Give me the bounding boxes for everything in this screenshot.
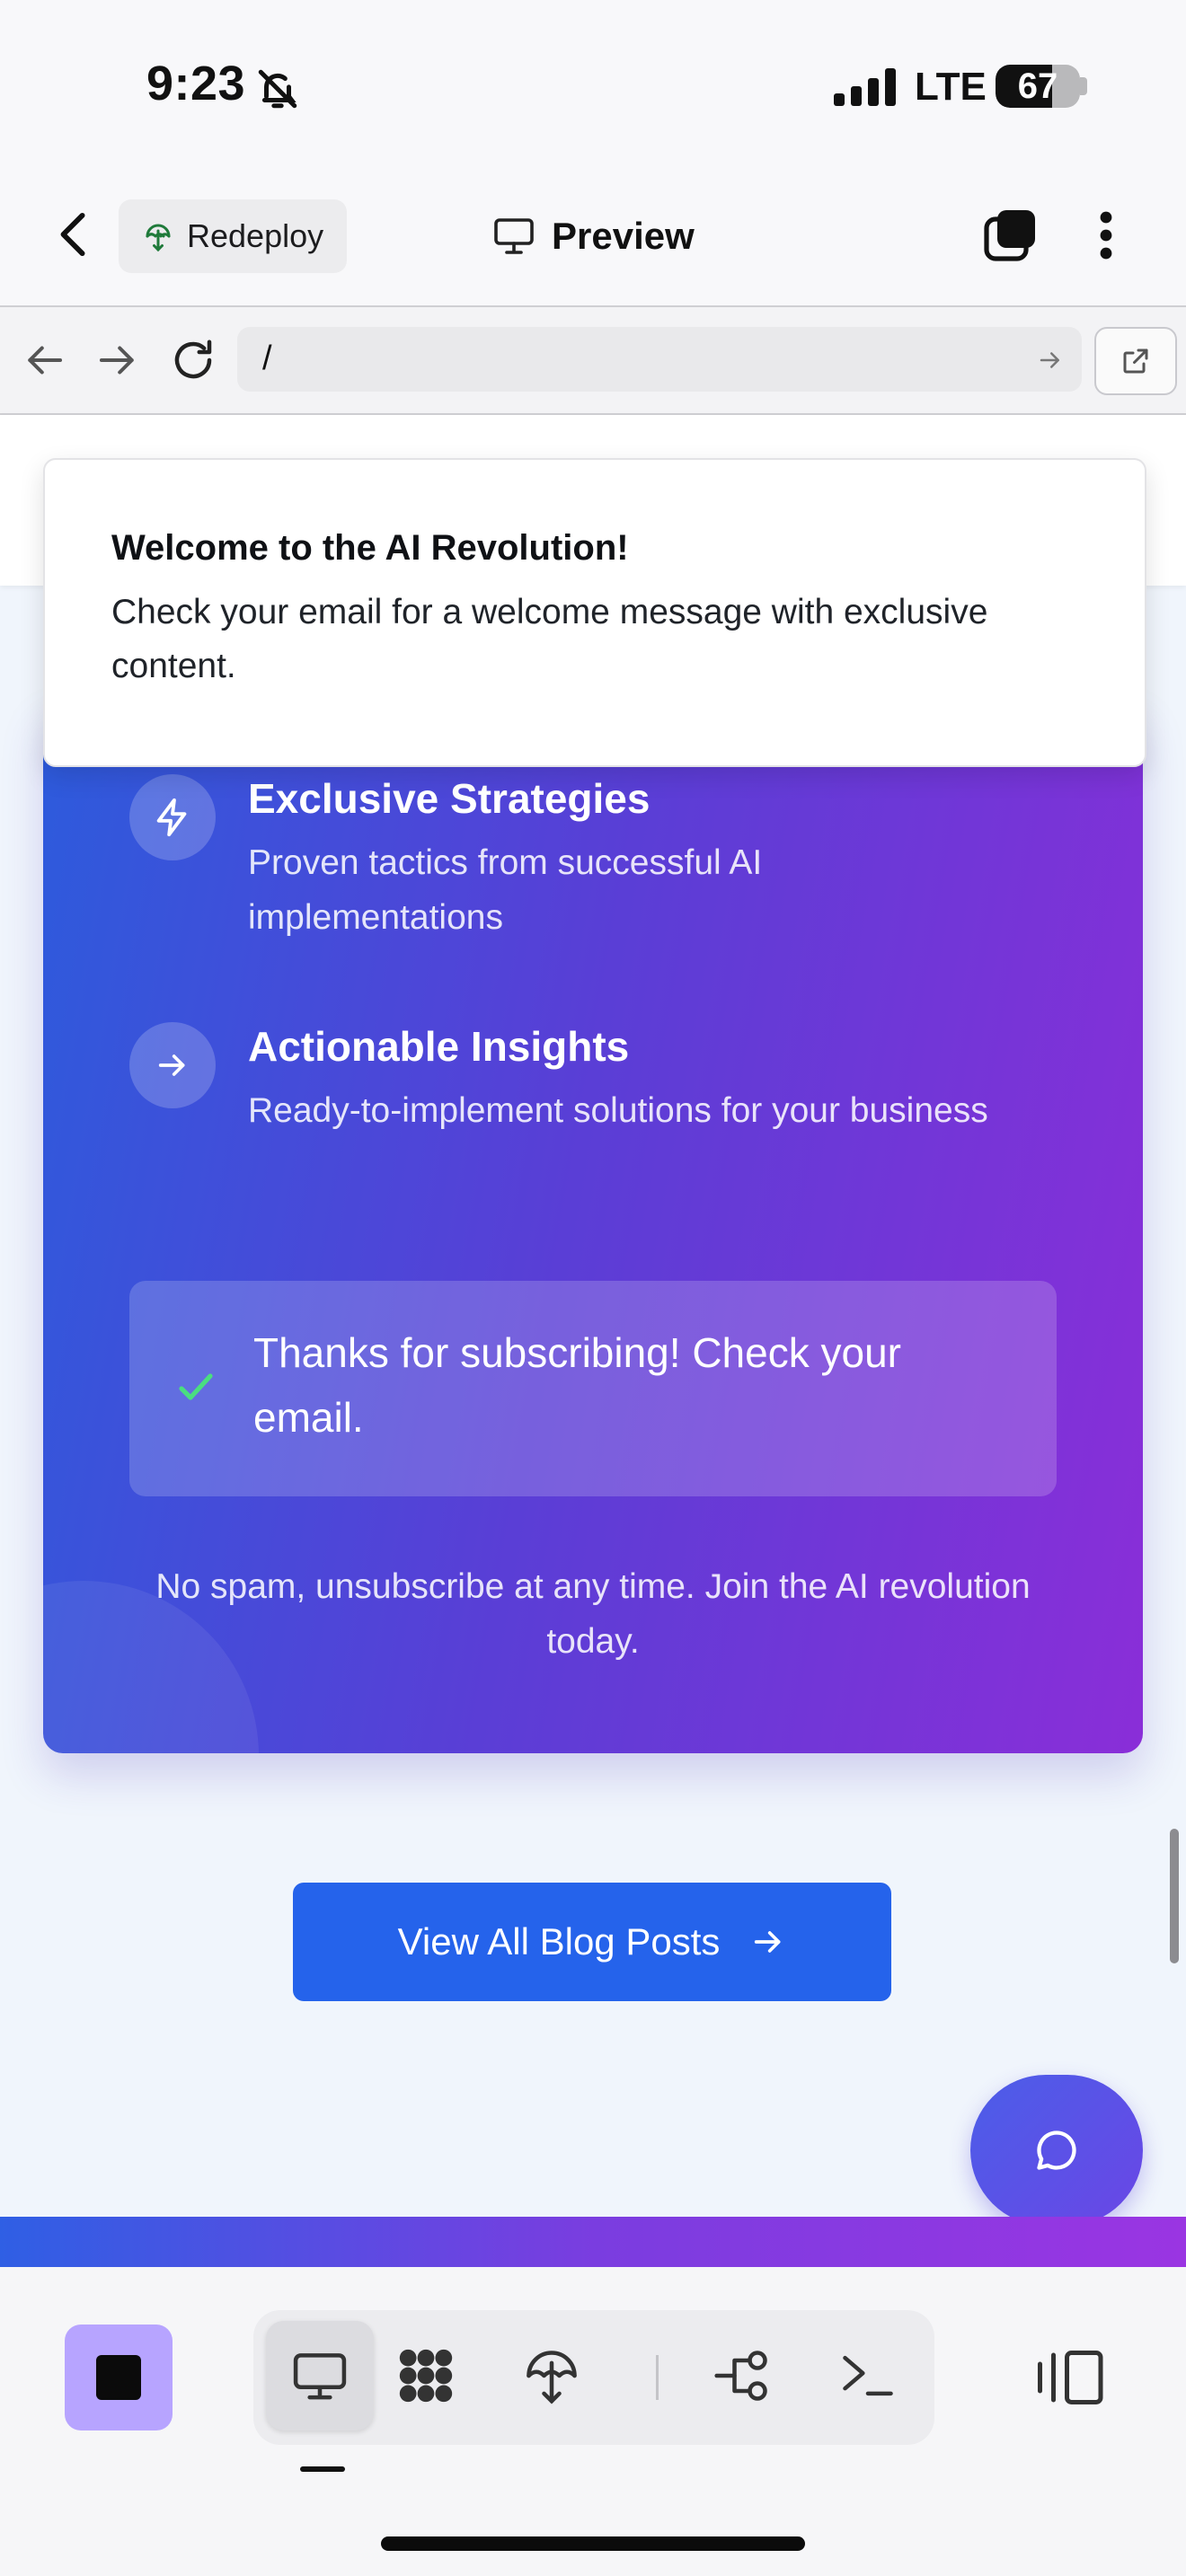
battery-percent: 67 xyxy=(1017,66,1058,106)
go-arrow-icon[interactable] xyxy=(1037,347,1064,374)
grid-icon xyxy=(399,2349,453,2403)
scrollbar-thumb[interactable] xyxy=(1170,1829,1179,1963)
lightning-icon xyxy=(129,774,216,860)
active-tool-indicator xyxy=(300,2466,345,2472)
feature-description: Proven tactics from successful AI implem… xyxy=(248,843,763,937)
preview-title-text: Preview xyxy=(552,215,695,257)
subscribe-success-message: Thanks for subscribing! Check your email… xyxy=(129,1281,1057,1496)
arrow-right-icon xyxy=(755,1931,781,1953)
chat-button[interactable] xyxy=(970,2075,1143,2226)
bell-muted-icon xyxy=(258,69,297,109)
terminal-icon xyxy=(843,2355,893,2396)
nav-forward-icon[interactable] xyxy=(93,336,142,384)
terminal-tool-button[interactable] xyxy=(814,2321,922,2430)
home-indicator xyxy=(381,2536,805,2551)
redeploy-label: Redeploy xyxy=(187,217,324,254)
network-type: LTE xyxy=(915,65,987,109)
stop-icon xyxy=(96,2355,141,2400)
success-text: Thanks for subscribing! Check your email… xyxy=(253,1329,901,1441)
tool-separator xyxy=(656,2355,659,2400)
external-link-icon xyxy=(1123,348,1148,374)
monitor-icon xyxy=(494,218,534,254)
welcome-toast[interactable]: Welcome to the AI Revolution! Check your… xyxy=(43,458,1146,767)
url-text: / xyxy=(262,340,272,377)
blog-button-label: View All Blog Posts xyxy=(397,1920,721,1963)
more-options-icon[interactable] xyxy=(1094,208,1118,262)
branch-tool-button[interactable] xyxy=(688,2321,796,2430)
deploy-icon xyxy=(146,224,171,252)
deploy-icon xyxy=(527,2351,577,2404)
branch-icon xyxy=(714,2351,767,2401)
fine-print: No spam, unsubscribe at any time. Join t… xyxy=(155,1567,1031,1661)
footer-gradient-strip xyxy=(0,2217,1186,2267)
redeploy-button[interactable]: Redeploy xyxy=(119,199,347,273)
arrow-right-icon xyxy=(129,1022,216,1108)
feature-title: Actionable Insights xyxy=(248,1023,630,1070)
tool-switcher xyxy=(253,2310,934,2445)
desktop-tool-button[interactable] xyxy=(266,2321,374,2430)
toast-body: Check your email for a welcome message w… xyxy=(111,593,988,685)
check-icon xyxy=(179,1373,213,1400)
nav-back-icon[interactable] xyxy=(20,336,68,384)
url-input[interactable]: / xyxy=(237,327,1082,392)
feature-title: Exclusive Strategies xyxy=(248,775,651,822)
desktop-icon xyxy=(293,2353,347,2400)
battery-icon: 67 xyxy=(996,65,1080,108)
toast-title: Welcome to the AI Revolution! xyxy=(111,528,629,568)
battery-cap xyxy=(1080,77,1087,95)
cellular-signal-icon xyxy=(834,68,897,106)
reload-icon[interactable] xyxy=(169,336,217,384)
view-all-blog-posts-button[interactable]: View All Blog Posts xyxy=(293,1883,891,2001)
chat-bubble-icon xyxy=(1037,2130,1076,2170)
apps-tool-button[interactable] xyxy=(372,2321,480,2430)
open-external-button[interactable] xyxy=(1094,327,1177,395)
panel-toggle-icon[interactable] xyxy=(1033,2346,1105,2409)
feature-description: Ready-to-implement solutions for your bu… xyxy=(248,1091,988,1130)
stop-button[interactable] xyxy=(65,2325,173,2430)
tabs-icon[interactable] xyxy=(983,208,1037,262)
deploy-tool-button[interactable] xyxy=(498,2321,606,2430)
preview-title: Preview xyxy=(492,208,695,264)
status-time: 9:23 xyxy=(146,57,246,110)
chevron-left-icon[interactable] xyxy=(56,212,92,257)
